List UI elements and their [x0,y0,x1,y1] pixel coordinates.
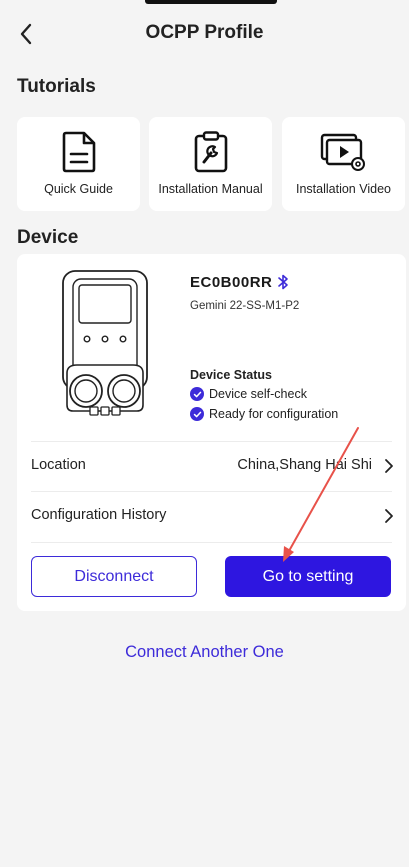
quick-guide-label: Quick Guide [44,182,113,196]
device-card: EC0B00RR Gemini 22-SS-M1-P2 Device Statu… [17,254,406,611]
configuration-history-row[interactable]: Configuration History [31,494,394,538]
status-text: Device self-check [209,387,307,401]
installation-manual-card[interactable]: Installation Manual [149,117,272,211]
status-bar-notch [145,0,277,4]
configuration-history-label: Configuration History [31,507,167,523]
location-value: China,Shang Hai Shi [237,457,372,473]
device-status-title: Device Status [190,368,272,382]
chevron-right-icon [385,509,393,523]
status-item: Device self-check [190,387,307,401]
charger-image [62,270,148,416]
clipboard-wrench-icon [194,131,227,173]
divider [31,491,392,492]
installation-video-card[interactable]: Installation Video [282,117,405,211]
check-circle-icon [190,407,204,421]
location-row[interactable]: Location China,Shang Hai Shi [31,444,394,488]
chevron-right-icon [385,459,393,473]
divider [31,441,392,442]
location-label: Location [31,457,86,473]
video-settings-icon [320,133,365,171]
device-model: Gemini 22-SS-M1-P2 [190,300,300,312]
installation-manual-label: Installation Manual [158,182,263,196]
go-to-setting-button[interactable]: Go to setting [225,556,391,597]
connect-another-link[interactable]: Connect Another One [0,643,409,662]
tutorials-section-title: Tutorials [17,76,96,97]
quick-guide-card[interactable]: Quick Guide [17,117,140,211]
status-item: Ready for configuration [190,407,338,421]
device-section-title: Device [17,227,79,248]
status-text: Ready for configuration [209,407,339,421]
installation-video-label: Installation Video [296,182,391,196]
divider [31,542,392,543]
bluetooth-icon [278,274,288,290]
page-title: OCPP Profile [145,22,264,43]
document-icon [62,131,95,173]
header: OCPP Profile [0,14,409,54]
check-circle-icon [190,387,204,401]
disconnect-button[interactable]: Disconnect [31,556,197,597]
device-id: EC0B00RR [190,274,273,291]
